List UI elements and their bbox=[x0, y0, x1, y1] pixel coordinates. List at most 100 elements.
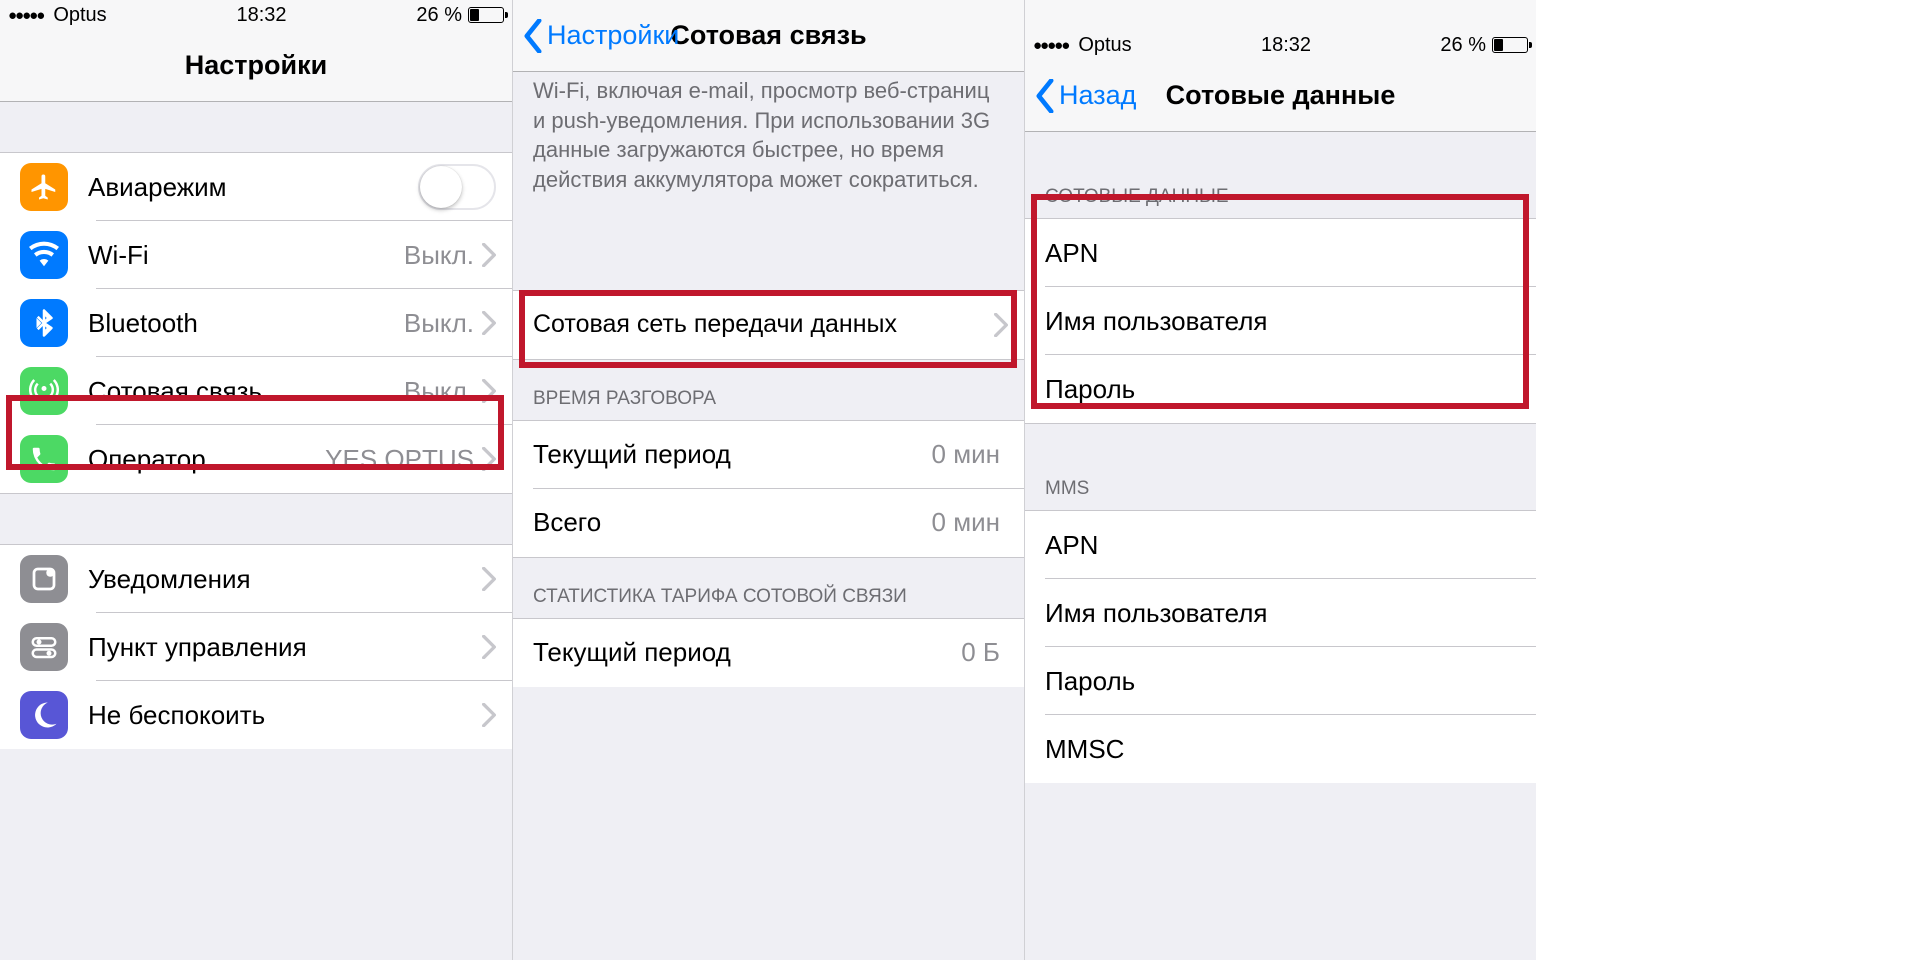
carrier-name: Optus bbox=[1078, 34, 1131, 57]
row-label: APN bbox=[1045, 238, 1520, 269]
phone-icon bbox=[20, 435, 68, 483]
row-wifi[interactable]: Wi-Fi Выкл. bbox=[0, 221, 512, 289]
navbar: Назад Сотовые данные bbox=[1025, 60, 1536, 132]
row-value: Выкл. bbox=[404, 240, 474, 271]
row-label: APN bbox=[1045, 530, 1520, 561]
row-dnd[interactable]: Не беспокоить bbox=[0, 681, 512, 749]
row-label: Пароль bbox=[1045, 666, 1520, 697]
header-mms: MMS bbox=[1025, 424, 1536, 510]
row-value: 0 мин bbox=[932, 507, 1000, 538]
battery-icon bbox=[468, 7, 504, 23]
back-label: Настройки bbox=[547, 20, 679, 51]
row-value: Выкл. bbox=[404, 376, 474, 407]
row-label: Пункт управления bbox=[88, 632, 482, 663]
e-status-bar bbox=[1025, 0, 1536, 30]
row-bluetooth[interactable]: Bluetooth Выкл. bbox=[0, 289, 512, 357]
toggle-airplane[interactable] bbox=[418, 164, 496, 210]
row-mms-username[interactable]: Имя пользователя bbox=[1025, 579, 1536, 647]
airplane-icon bbox=[20, 163, 68, 211]
row-mmsc[interactable]: MMSC bbox=[1025, 715, 1536, 783]
row-mms-apn[interactable]: APN bbox=[1025, 511, 1536, 579]
row-label: Пароль bbox=[1045, 374, 1520, 405]
row-value: 0 Б bbox=[961, 637, 1000, 668]
row-apn[interactable]: APN bbox=[1025, 219, 1536, 287]
row-airplane-mode[interactable]: Авиарежим bbox=[0, 153, 512, 221]
chevron-right-icon bbox=[482, 447, 496, 471]
chevron-right-icon bbox=[482, 311, 496, 335]
navbar: Настройки Сотовая связь bbox=[513, 0, 1024, 72]
page-title: Сотовые данные bbox=[1166, 80, 1396, 111]
row-label: Всего bbox=[533, 507, 932, 538]
row-total[interactable]: Всего 0 мин bbox=[513, 489, 1024, 557]
control-center-icon bbox=[20, 623, 68, 671]
row-value: Выкл. bbox=[404, 308, 474, 339]
row-label: Текущий период bbox=[533, 637, 961, 668]
back-label: Назад bbox=[1059, 80, 1136, 111]
row-label: Авиарежим bbox=[88, 172, 418, 203]
chevron-right-icon bbox=[482, 243, 496, 267]
chevron-right-icon bbox=[482, 703, 496, 727]
row-cellular-data-network[interactable]: Сотовая сеть передачи данных bbox=[513, 291, 1024, 359]
clock: 18:32 bbox=[107, 4, 417, 27]
header-cellular-data: СОТОВЫЕ ДАННЫЕ bbox=[1025, 132, 1536, 218]
wifi-icon bbox=[20, 231, 68, 279]
battery-percentage: 26 % bbox=[416, 4, 462, 27]
extra-space bbox=[1536, 0, 1920, 960]
row-username[interactable]: Имя пользователя bbox=[1025, 287, 1536, 355]
row-label: Bluetooth bbox=[88, 308, 404, 339]
header-stats: СТАТИСТИКА ТАРИФА СОТОВОЙ СВЯЗИ bbox=[513, 558, 1024, 618]
row-carrier[interactable]: Оператор YES OPTUS bbox=[0, 425, 512, 493]
group-mms: APN Имя пользователя Пароль MMSC bbox=[1025, 510, 1536, 783]
signal-dots-icon: ●●●●● bbox=[8, 7, 43, 24]
group-main: Сотовая сеть передачи данных bbox=[513, 290, 1024, 360]
carrier-name: Optus bbox=[53, 4, 106, 27]
row-notifications[interactable]: Уведомления bbox=[0, 545, 512, 613]
screen-settings-root: ●●●●● Optus 18:32 26 % Настройки Авиареж… bbox=[0, 0, 512, 960]
row-cellular[interactable]: Сотовая связь Выкл. bbox=[0, 357, 512, 425]
group-stats: Текущий период 0 Б bbox=[513, 618, 1024, 687]
group-connectivity: Авиарежим Wi-Fi Выкл. Bluetooth Выкл. bbox=[0, 152, 512, 494]
battery-icon bbox=[1492, 37, 1528, 53]
row-label: MMSC bbox=[1045, 734, 1520, 765]
chevron-right-icon bbox=[482, 635, 496, 659]
row-mms-password[interactable]: Пароль bbox=[1025, 647, 1536, 715]
content[interactable]: Wi-Fi, включая e-mail, просмотр веб-стра… bbox=[513, 72, 1024, 960]
screen-cellular-data: .phone:nth-child(3) > div:first-child{di… bbox=[1024, 0, 1536, 960]
row-label: Имя пользователя bbox=[1045, 598, 1520, 629]
page-title: Сотовая связь bbox=[670, 20, 866, 51]
row-label: Имя пользователя bbox=[1045, 306, 1520, 337]
row-stats-current[interactable]: Текущий период 0 Б bbox=[513, 619, 1024, 687]
header-talk-time: ВРЕМЯ РАЗГОВОРА bbox=[513, 360, 1024, 420]
notifications-icon bbox=[20, 555, 68, 603]
row-current-period[interactable]: Текущий период 0 мин bbox=[513, 421, 1024, 489]
status-bar: ●●●●● Optus 18:32 26 % bbox=[1025, 30, 1536, 60]
back-button[interactable]: Настройки bbox=[523, 0, 679, 71]
row-control-center[interactable]: Пункт управления bbox=[0, 613, 512, 681]
row-password[interactable]: Пароль bbox=[1025, 355, 1536, 423]
content[interactable]: СОТОВЫЕ ДАННЫЕ APN Имя пользователя Паро… bbox=[1025, 132, 1536, 960]
signal-dots-icon: ●●●●● bbox=[1033, 37, 1068, 54]
group-cellular-data: APN Имя пользователя Пароль bbox=[1025, 218, 1536, 424]
status-bar: ●●●●● Optus 18:32 26 % bbox=[0, 0, 512, 30]
description-text: Wi-Fi, включая e-mail, просмотр веб-стра… bbox=[513, 72, 1024, 205]
bluetooth-icon bbox=[20, 299, 68, 347]
row-value: YES OPTUS bbox=[325, 444, 474, 475]
navbar: Настройки bbox=[0, 30, 512, 102]
row-label: Wi-Fi bbox=[88, 240, 404, 271]
chevron-right-icon bbox=[482, 379, 496, 403]
row-label: Не беспокоить bbox=[88, 700, 482, 731]
back-button[interactable]: Назад bbox=[1035, 60, 1136, 131]
row-label: Сотовая связь bbox=[88, 376, 404, 407]
page-title: Настройки bbox=[185, 50, 327, 81]
group-general: Уведомления Пункт управления Не беспокои… bbox=[0, 544, 512, 749]
content[interactable]: Авиарежим Wi-Fi Выкл. Bluetooth Выкл. bbox=[0, 102, 512, 960]
row-label: Уведомления bbox=[88, 564, 482, 595]
cell-tower-icon bbox=[20, 367, 68, 415]
screen-cellular: ●●●●● Optus 18:32 26 % Настройки Сотовая… bbox=[512, 0, 1024, 960]
battery-percentage: 26 % bbox=[1440, 34, 1486, 57]
chevron-right-icon bbox=[482, 567, 496, 591]
group-talk-time: Текущий период 0 мин Всего 0 мин bbox=[513, 420, 1024, 558]
chevron-right-icon bbox=[994, 313, 1008, 337]
row-value: 0 мин bbox=[932, 439, 1000, 470]
row-label: Сотовая сеть передачи данных bbox=[533, 310, 994, 339]
